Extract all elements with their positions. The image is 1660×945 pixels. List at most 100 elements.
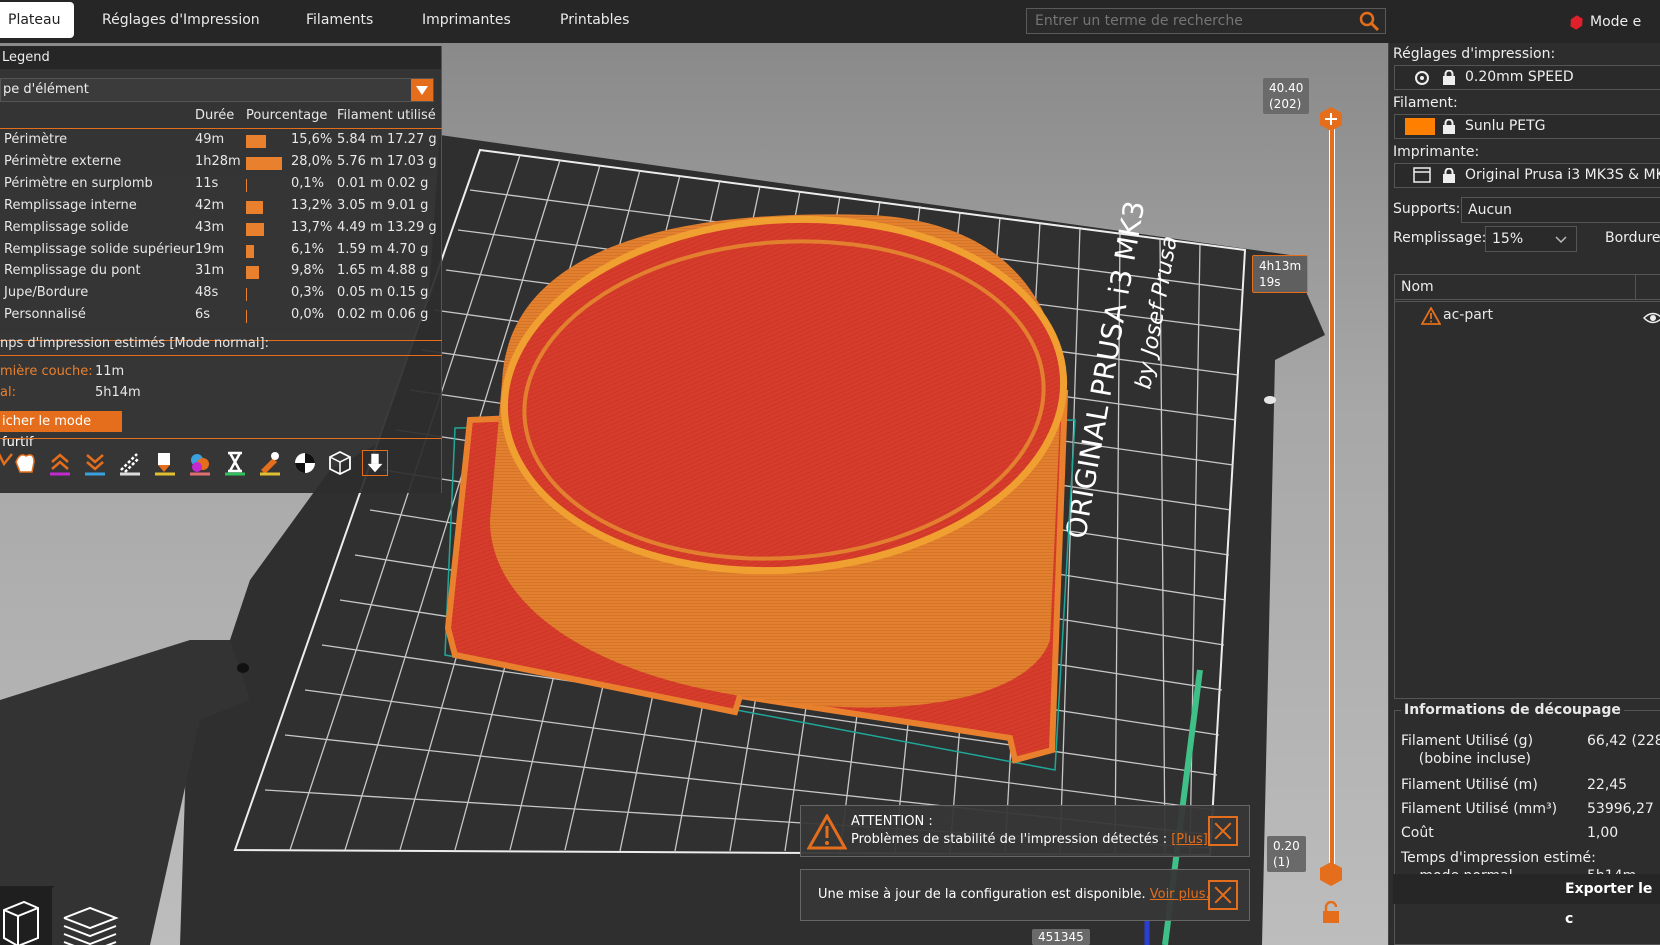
- layer-slider[interactable]: [1326, 118, 1338, 878]
- col-filament: Filament utilisé: [337, 108, 436, 123]
- center-of-gravity-icon[interactable]: [292, 450, 318, 476]
- table-row[interactable]: Remplissage solide 43m 13,7% 4.49 m 13.29 g: [0, 220, 442, 242]
- list-item[interactable]: ac-part: [1421, 305, 1660, 327]
- retractions-icon[interactable]: [47, 450, 73, 476]
- warning-more-link[interactable]: [Plus]: [1171, 832, 1208, 847]
- view-preview-button[interactable]: [52, 886, 132, 945]
- legend-item-percent: 0,0%: [291, 307, 325, 323]
- tab-filaments[interactable]: Filaments: [292, 2, 387, 38]
- table-row[interactable]: Remplissage interne 42m 13,2% 3.05 m 9.01 g: [0, 198, 442, 220]
- view-3d-button[interactable]: [0, 886, 60, 945]
- filament-combo[interactable]: Sunlu PETG: [1394, 114, 1660, 139]
- legend-item-name: Remplissage solide: [4, 219, 129, 235]
- table-row[interactable]: Remplissage solide supérieur 19m 6,1% 1.59 …: [0, 242, 442, 264]
- stealth-mode-button[interactable]: icher le mode furtif: [0, 411, 122, 450]
- legend-item-weight: 17.03 g: [387, 153, 437, 169]
- print-settings-label: Réglages d'impression:: [1393, 46, 1556, 62]
- eye-icon[interactable]: [1643, 311, 1660, 325]
- legend-item-name: Périmètre: [4, 132, 68, 147]
- wipe-icon[interactable]: [12, 450, 38, 476]
- slice-info-label: Temps d'impression estimé:: [1401, 850, 1596, 866]
- col-percent: Pourcentage: [246, 108, 328, 123]
- view-type-select[interactable]: pe d'élément: [0, 78, 434, 102]
- table-row[interactable]: Périmètre externe 1h28m 28,0% 5.76 m 17.03 g: [0, 154, 442, 176]
- legend-item-length: 3.05 m: [337, 197, 383, 213]
- legend-item-weight: 4.88 g: [387, 263, 429, 279]
- table-row[interactable]: Périmètre en surplomb 11s 0,1% 0.01 m 0.02 g: [0, 176, 442, 198]
- update-notification: Une mise à jour de la configuration est …: [800, 869, 1250, 921]
- legend-item-percent: 9,8%: [291, 263, 325, 279]
- table-row[interactable]: Jupe/Bordure 48s 0,3% 0.05 m 0.15 g: [0, 285, 442, 307]
- supports-select[interactable]: Aucun: [1461, 197, 1660, 223]
- mode-selector[interactable]: Mode e: [1590, 10, 1641, 34]
- object-list-header: Nom: [1395, 275, 1660, 300]
- tab-print-settings[interactable]: Réglages d'Impression: [88, 2, 274, 38]
- legend-item-duration: 31m: [195, 263, 225, 279]
- legend-item-name: Personnalisé: [4, 307, 86, 323]
- custom-gcodes-icon[interactable]: [257, 450, 283, 476]
- layers-icon: [63, 906, 119, 945]
- infill-value: 15%: [1492, 231, 1524, 247]
- infill-select[interactable]: 15%: [1485, 226, 1577, 252]
- legend-percent-bar: [246, 178, 247, 192]
- infill-label: Remplissage:: [1393, 230, 1487, 246]
- legend-percent-bar: [246, 156, 282, 170]
- right-sidebar: Réglages d'impression: 0.20mm SPEED Fila…: [1388, 43, 1660, 945]
- tab-plateau[interactable]: Plateau: [0, 2, 75, 38]
- warning-icon: [1421, 307, 1441, 325]
- legend-item-duration: 6s: [195, 307, 211, 323]
- search-input[interactable]: [1026, 8, 1386, 34]
- legend-item-name: Remplissage interne: [4, 197, 137, 213]
- print-settings-combo[interactable]: 0.20mm SPEED: [1394, 65, 1660, 90]
- seams-icon[interactable]: [117, 450, 143, 476]
- warning-close-button[interactable]: [1208, 816, 1238, 846]
- slice-info-label: Coût: [1401, 825, 1434, 841]
- slice-info-label: Filament Utilisé (g): [1401, 733, 1534, 749]
- lock-icon: [1443, 119, 1455, 134]
- legend-item-duration: 43m: [195, 219, 225, 235]
- tool-changes-icon[interactable]: [152, 450, 178, 476]
- total-value: 5h14m: [95, 385, 141, 400]
- legend-item-percent: 13,7%: [291, 219, 333, 235]
- legend-item-name: Jupe/Bordure: [4, 285, 89, 301]
- slider-bottom-handle[interactable]: [1318, 861, 1344, 887]
- slider-top-handle[interactable]: [1318, 106, 1344, 132]
- legend-item-name: Remplissage solide supérieur: [4, 241, 195, 257]
- legend-item-duration: 1h28m: [195, 153, 241, 169]
- filament-color-swatch[interactable]: [1405, 118, 1435, 135]
- update-close-button[interactable]: [1208, 880, 1238, 910]
- tab-printables[interactable]: Printables: [546, 2, 643, 38]
- legend-item-percent: 0,1%: [291, 175, 325, 191]
- view-type-value: pe d'élément: [3, 82, 89, 97]
- tool-marker-icon[interactable]: [362, 450, 388, 476]
- lock-icon: [1443, 168, 1455, 183]
- legend-item-weight: 9.01 g: [387, 197, 429, 213]
- warning-title: ATTENTION :: [851, 814, 933, 829]
- table-row[interactable]: Périmètre 49m 15,6% 5.84 m 17.27 g: [0, 132, 442, 154]
- color-changes-icon[interactable]: [187, 450, 213, 476]
- warning-message: Problèmes de stabilité de l'impression d…: [851, 832, 1172, 847]
- pause-prints-icon[interactable]: [222, 450, 248, 476]
- slider-top-value: 40.40 (202): [1263, 78, 1310, 114]
- slice-info-value: 66,42 (228: [1587, 733, 1660, 749]
- supports-label: Supports:: [1393, 201, 1461, 217]
- table-row[interactable]: Remplissage du pont 31m 9,8% 1.65 m 4.88 g: [0, 263, 442, 285]
- first-layer-label: mière couche:: [0, 364, 93, 379]
- deretractions-icon[interactable]: [82, 450, 108, 476]
- lock-icon: [1443, 70, 1455, 85]
- total-label: al:: [0, 385, 16, 400]
- slider-bottom-value: 0.20 (1): [1267, 836, 1306, 872]
- search-icon[interactable]: [1358, 10, 1380, 32]
- shells-icon[interactable]: [327, 450, 353, 476]
- legend-item-length: 5.76 m: [337, 153, 383, 169]
- export-gcode-button[interactable]: Exporter le c: [1393, 874, 1660, 927]
- slider-lock-icon[interactable]: [1320, 901, 1342, 925]
- legend-item-weight: 0.02 g: [387, 175, 429, 191]
- printer-combo[interactable]: Original Prusa i3 MK3S & MK3S: [1394, 163, 1660, 188]
- chevron-down-icon[interactable]: [411, 79, 433, 101]
- update-more-link[interactable]: Voir plus.: [1150, 887, 1210, 902]
- tab-printers[interactable]: Imprimantes: [408, 2, 525, 38]
- top-bar: Plateau Réglages d'Impression Filaments …: [0, 0, 1660, 43]
- slice-info-value: 1,00: [1587, 825, 1619, 841]
- table-row[interactable]: Personnalisé 6s 0,0% 0.02 m 0.06 g: [0, 307, 442, 329]
